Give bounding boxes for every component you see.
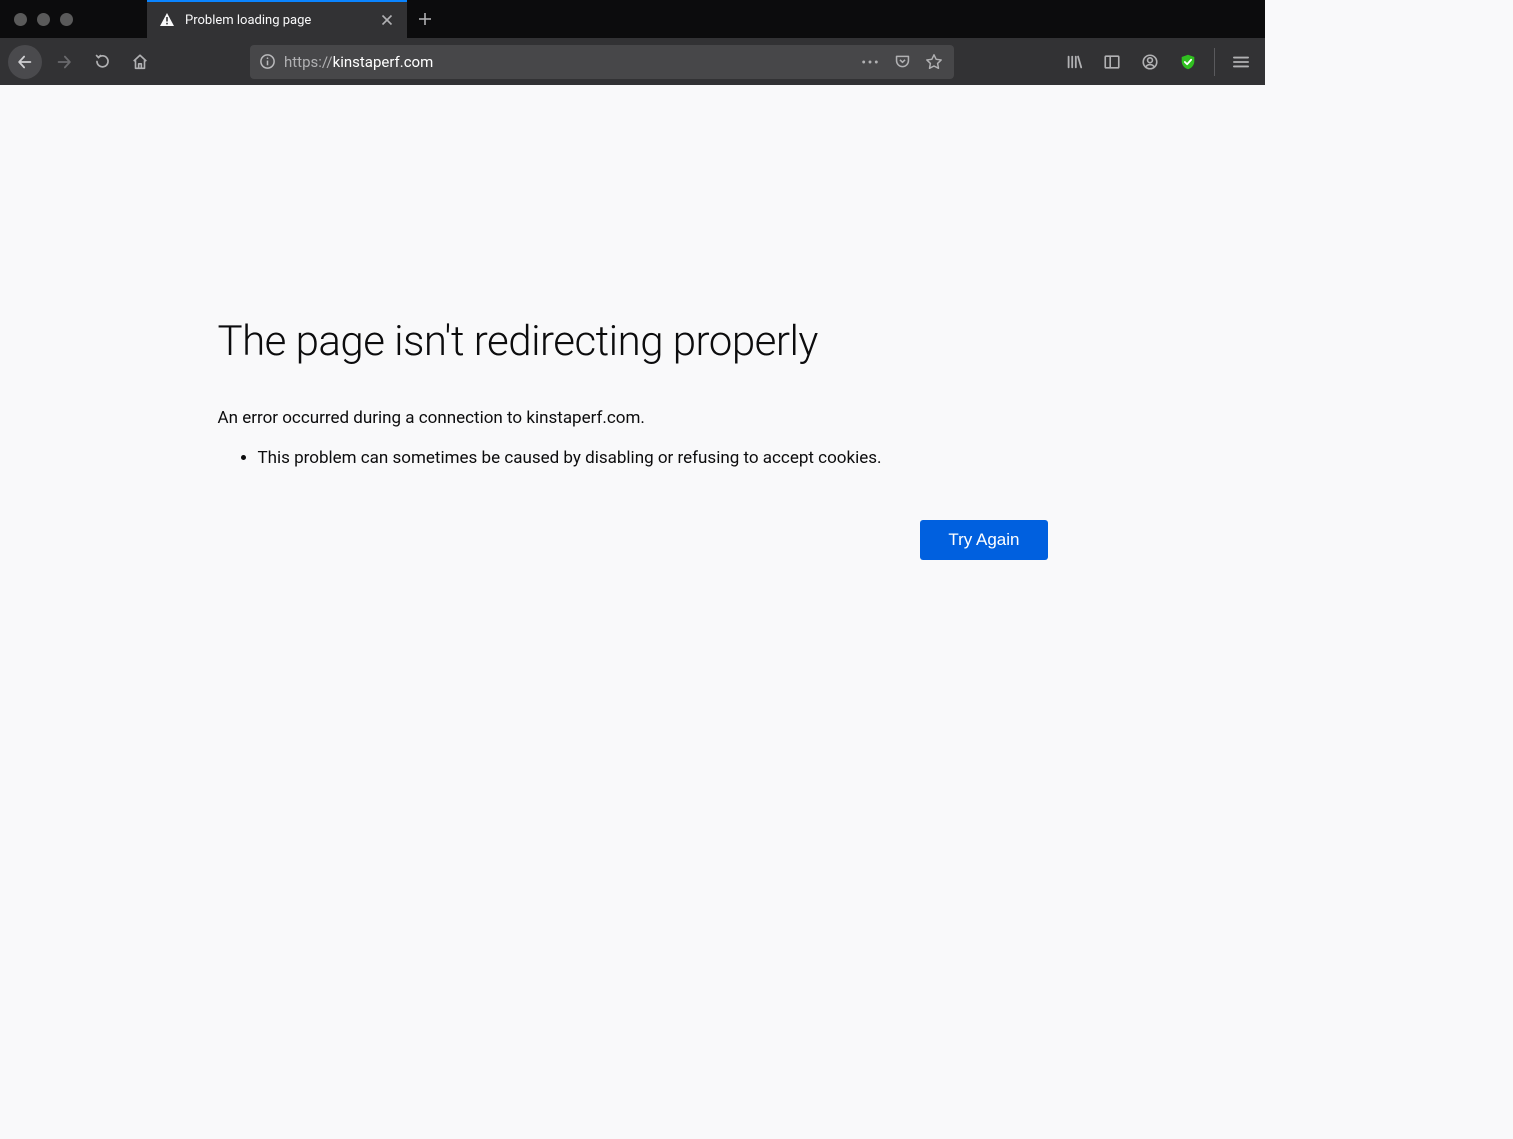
url-prefix: https://	[284, 53, 333, 71]
url-bar[interactable]: https://kinstaperf.com	[250, 45, 954, 79]
url-text: https://kinstaperf.com	[284, 53, 850, 71]
site-identity-icon[interactable]	[256, 51, 278, 73]
page-content: The page isn't redirecting properly An e…	[0, 85, 1265, 949]
sidebar-button[interactable]	[1094, 44, 1130, 80]
try-again-button[interactable]: Try Again	[920, 520, 1047, 560]
hamburger-menu-button[interactable]	[1223, 44, 1259, 80]
warning-icon	[159, 12, 175, 28]
toolbar: https://kinstaperf.com	[0, 38, 1265, 85]
toolbar-separator	[1214, 48, 1215, 76]
error-container: The page isn't redirecting properly An e…	[218, 317, 1048, 560]
error-reason-item: This problem can sometimes be caused by …	[258, 446, 1048, 472]
error-reasons-list: This problem can sometimes be caused by …	[218, 446, 1048, 472]
pocket-button[interactable]	[888, 48, 916, 76]
error-actions: Try Again	[218, 520, 1048, 560]
page-actions-button[interactable]	[856, 48, 884, 76]
tab-strip: Problem loading page	[147, 0, 443, 38]
tracking-protection-icon[interactable]	[1170, 44, 1206, 80]
minimize-window-button[interactable]	[37, 13, 50, 26]
forward-button[interactable]	[46, 44, 82, 80]
error-description: An error occurred during a connection to…	[218, 408, 1048, 428]
library-button[interactable]	[1056, 44, 1092, 80]
window-controls	[0, 13, 87, 26]
maximize-window-button[interactable]	[60, 13, 73, 26]
browser-tab[interactable]: Problem loading page	[147, 0, 407, 38]
close-tab-button[interactable]	[379, 12, 395, 28]
home-button[interactable]	[122, 44, 158, 80]
account-button[interactable]	[1132, 44, 1168, 80]
tab-title: Problem loading page	[185, 13, 369, 28]
titlebar: Problem loading page	[0, 0, 1265, 38]
new-tab-button[interactable]	[407, 0, 443, 38]
back-button[interactable]	[8, 45, 42, 79]
url-domain: kinstaperf.com	[333, 53, 434, 71]
error-title: The page isn't redirecting properly	[218, 317, 1048, 366]
reload-button[interactable]	[84, 44, 120, 80]
close-window-button[interactable]	[14, 13, 27, 26]
bookmark-star-button[interactable]	[920, 48, 948, 76]
